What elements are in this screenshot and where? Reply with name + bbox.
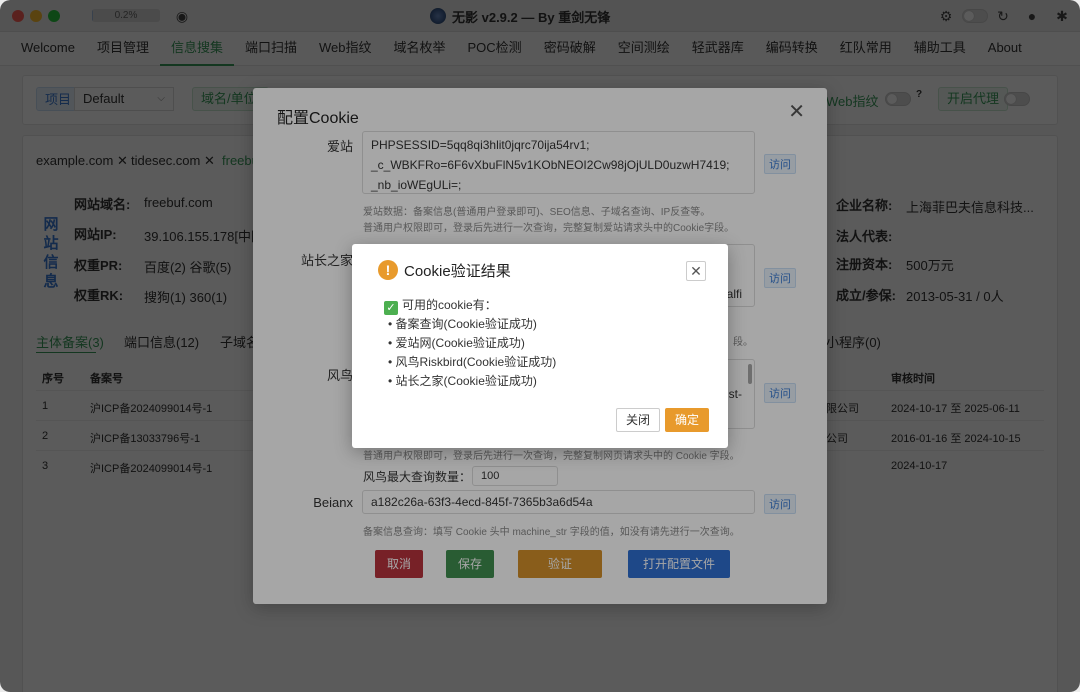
available-cookies-heading: ✓ 可用的cookie有： [384, 296, 497, 315]
result-title: ! Cookie验证结果 [378, 260, 511, 280]
ok-button[interactable]: 确定 [665, 408, 710, 432]
app-window: 0.2% ◉ 无影 v2.9.2 — By 重剑无锋 ⚙ ↻ ● ✱ Welco… [0, 0, 1080, 692]
result-item: • 备案查询(Cookie验证成功) [388, 317, 537, 331]
result-item: • 爱站网(Cookie验证成功) [388, 336, 525, 350]
check-icon: ✓ [384, 301, 398, 315]
close-button[interactable]: 关闭 [616, 408, 661, 432]
warning-icon: ! [378, 260, 398, 280]
result-title-text: Cookie验证结果 [404, 262, 511, 280]
cookie-result-dialog: ! Cookie验证结果 ✕ ✓ 可用的cookie有： • 备案查询(Cooki… [352, 244, 728, 448]
close-icon[interactable]: ✕ [686, 261, 706, 281]
available-text: 可用的cookie有： [402, 298, 497, 312]
result-item: • 风鸟Riskbird(Cookie验证成功) [388, 355, 557, 369]
result-item: • 站长之家(Cookie验证成功) [388, 374, 537, 388]
